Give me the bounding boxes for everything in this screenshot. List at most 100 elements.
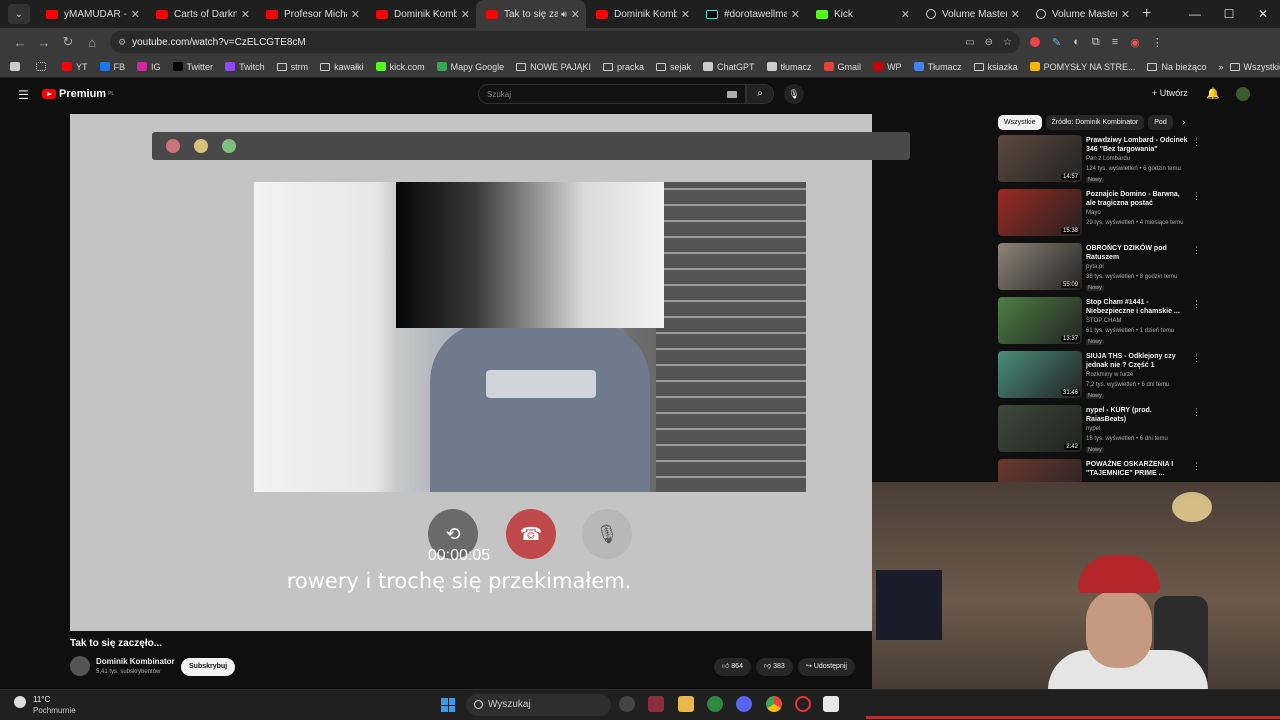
extension-icon[interactable]: ✎ xyxy=(1052,36,1061,49)
tab-close-icon[interactable]: ✕ xyxy=(571,8,580,21)
subscribe-button[interactable]: Subskrybuj xyxy=(181,658,236,676)
bookmark-item[interactable]: ChatGPT xyxy=(703,62,755,72)
video-thumbnail[interactable]: 2:42 xyxy=(998,405,1082,452)
taskbar-search[interactable]: Wyszukaj xyxy=(466,694,611,716)
install-app-icon[interactable]: ▭ xyxy=(965,37,974,48)
video-thumbnail[interactable]: 14:57 xyxy=(998,135,1082,182)
sidebar-toggle-icon[interactable] xyxy=(10,62,24,71)
share-button[interactable]: ↪ Udostępnij xyxy=(798,658,855,676)
browser-tab[interactable]: Volume Master - ✕ xyxy=(916,0,1026,28)
tab-close-icon[interactable]: ✕ xyxy=(1121,8,1130,21)
tab-close-icon[interactable]: ✕ xyxy=(461,8,470,21)
kebab-menu-icon[interactable]: ⋮ xyxy=(1152,36,1163,49)
bookmark-item[interactable]: Twitch xyxy=(225,62,265,72)
recommended-video[interactable]: 31:46 SIUJA THS - Odklejony czy jednak ni… xyxy=(998,351,1203,405)
back-arrow-icon[interactable]: ← xyxy=(8,35,32,50)
bookmarks-overflow-icon[interactable]: » xyxy=(1219,62,1224,72)
chips-next-chevron-icon[interactable]: › xyxy=(1182,117,1185,128)
browser-tab[interactable]: Dominik Kombinat ✕ xyxy=(586,0,696,28)
bookmark-item[interactable]: Gmail xyxy=(823,62,861,72)
close-window-icon[interactable]: ✕ xyxy=(1246,0,1280,28)
browser-tab[interactable]: Dominik Kombinat ✕ xyxy=(366,0,476,28)
extension-circle-icon[interactable]: ◐ xyxy=(1073,36,1080,48)
minimize-icon[interactable]: — xyxy=(1178,0,1212,28)
recommended-channel[interactable]: nypel xyxy=(1086,426,1100,432)
bookmark-item[interactable]: kick.com xyxy=(375,62,425,72)
create-button[interactable]: + Utwórz xyxy=(1152,88,1188,98)
more-options-icon[interactable]: ⋮ xyxy=(1192,353,1201,364)
video-thumbnail[interactable]: 13:37 xyxy=(998,297,1082,344)
recommended-channel[interactable]: Mayo xyxy=(1086,210,1101,216)
windows-start-icon[interactable] xyxy=(441,698,455,712)
youtube-premium-logo[interactable]: Premium PL xyxy=(42,88,114,100)
channel-avatar[interactable] xyxy=(70,656,90,676)
bookmark-item[interactable]: pracka xyxy=(602,62,644,72)
bookmark-item[interactable]: Na bieżąco xyxy=(1147,62,1207,72)
reload-icon[interactable]: ↻ xyxy=(56,34,80,50)
video-thumbnail[interactable]: 15:38 xyxy=(998,189,1082,236)
tab-close-icon[interactable]: ✕ xyxy=(241,8,250,21)
search-icon[interactable]: ⌕ xyxy=(746,84,774,104)
recommended-video[interactable]: 15:38 Poznajcie Domino - Barwna, ale trag… xyxy=(998,189,1203,243)
media-control-icon[interactable]: ≡ xyxy=(1112,36,1118,48)
tab-close-icon[interactable]: ✕ xyxy=(901,8,910,21)
zoom-icon[interactable]: ⊖ xyxy=(985,37,993,48)
site-info-icon[interactable]: ⚙ xyxy=(118,37,126,48)
profile-icon[interactable]: ◉ xyxy=(1130,36,1140,49)
filter-chip[interactable]: Źródło: Dominik Kombinator xyxy=(1045,115,1145,130)
browser-tab[interactable]: #dorotawellman ✕ xyxy=(696,0,806,28)
address-bar[interactable]: ⚙ youtube.com/watch?v=CzELCGTE8cM ▭ ⊖ ☆ xyxy=(110,31,1020,53)
search-input[interactable]: Szukaj xyxy=(478,84,746,104)
browser-tab[interactable]: yMAMUDAR - Yo ✕ xyxy=(36,0,146,28)
bookmark-item[interactable]: kawałki xyxy=(320,62,364,72)
chrome-icon[interactable] xyxy=(766,696,782,712)
hamburger-menu-icon[interactable]: ☰ xyxy=(18,88,29,102)
recommended-video[interactable]: 55:09 OBROŃCY DZIKÓW pod Ratuszem pyta.pl 3… xyxy=(998,243,1203,297)
video-thumbnail[interactable]: 55:09 xyxy=(998,243,1082,290)
home-icon[interactable]: ⌂ xyxy=(80,35,104,50)
recommended-video[interactable]: 2:42 nypel - KURY (prod. RaiasBeats) nypel… xyxy=(998,405,1203,459)
tab-close-icon[interactable]: ✕ xyxy=(791,8,800,21)
channel-name[interactable]: Dominik Kombinator xyxy=(96,657,175,666)
bookmark-star-icon[interactable]: ☆ xyxy=(1003,37,1012,48)
bookmark-item[interactable]: Tłumacz xyxy=(913,62,962,72)
bookmark-item[interactable]: NOWE PAJĄKI xyxy=(516,62,591,72)
new-tab-plus-icon[interactable]: + xyxy=(1142,5,1151,23)
app-icon[interactable] xyxy=(823,696,839,712)
file-explorer-icon[interactable] xyxy=(678,696,694,712)
browser-tab[interactable]: Kick ✕ xyxy=(806,0,916,28)
more-options-icon[interactable]: ⋮ xyxy=(1192,299,1201,310)
video-thumbnail[interactable]: 31:46 xyxy=(998,351,1082,398)
opera-icon[interactable] xyxy=(795,696,811,712)
tab-audio-icon[interactable]: 🔊︎ xyxy=(561,9,567,20)
recommended-title[interactable]: SIUJA THS - Odklejony czy jednak nie ? C… xyxy=(1086,352,1190,370)
more-options-icon[interactable]: ⋮ xyxy=(1192,407,1201,418)
photo-app-icon[interactable] xyxy=(648,696,664,712)
bookmark-item[interactable]: Mapy Google xyxy=(436,62,504,72)
bookmark-item[interactable]: tłumacz xyxy=(766,62,812,72)
voice-search-mic-icon[interactable]: 🎙 xyxy=(784,84,804,104)
filter-chip[interactable]: Wszystkie xyxy=(998,115,1042,130)
tab-close-icon[interactable]: ✕ xyxy=(1011,8,1020,21)
recommended-title[interactable]: Prawdziwy Lombard - Odcinek 346 "Bez tar… xyxy=(1086,136,1190,154)
filter-chip[interactable]: Pod xyxy=(1148,115,1173,130)
recommended-video[interactable]: 13:37 Stop Cham #1441 - Niebezpieczne i c… xyxy=(998,297,1203,351)
forward-arrow-icon[interactable]: → xyxy=(32,35,56,50)
more-options-icon[interactable]: ⋮ xyxy=(1192,137,1201,148)
recommended-channel[interactable]: Pan z Lombardu xyxy=(1086,156,1130,162)
account-avatar[interactable] xyxy=(1236,87,1250,101)
tab-close-icon[interactable]: ✕ xyxy=(681,8,690,21)
recommended-channel[interactable]: STOP CHAM xyxy=(1086,318,1121,324)
dislike-button[interactable]: 👎︎ 383 xyxy=(756,658,793,676)
more-options-icon[interactable]: ⋮ xyxy=(1192,245,1201,256)
shield-app-icon[interactable] xyxy=(707,696,723,712)
recommended-title[interactable]: Stop Cham #1441 - Niebezpieczne i chamsk… xyxy=(1086,298,1190,316)
recommended-title[interactable]: Poznajcie Domino - Barwna, ale tragiczna… xyxy=(1086,190,1190,208)
recommended-video[interactable]: 14:57 Prawdziwy Lombard - Odcinek 346 "Be… xyxy=(998,135,1203,189)
browser-tab[interactable]: Carts of Darkness ✕ xyxy=(146,0,256,28)
notifications-bell-icon[interactable]: 🔔 xyxy=(1206,87,1220,100)
weather-temperature[interactable]: 11°C xyxy=(33,695,50,704)
recommended-title[interactable]: OBROŃCY DZIKÓW pod Ratuszem xyxy=(1086,244,1190,262)
recommended-channel[interactable]: pyta.pl xyxy=(1086,264,1104,270)
bookmark-item[interactable]: strm xyxy=(276,62,308,72)
